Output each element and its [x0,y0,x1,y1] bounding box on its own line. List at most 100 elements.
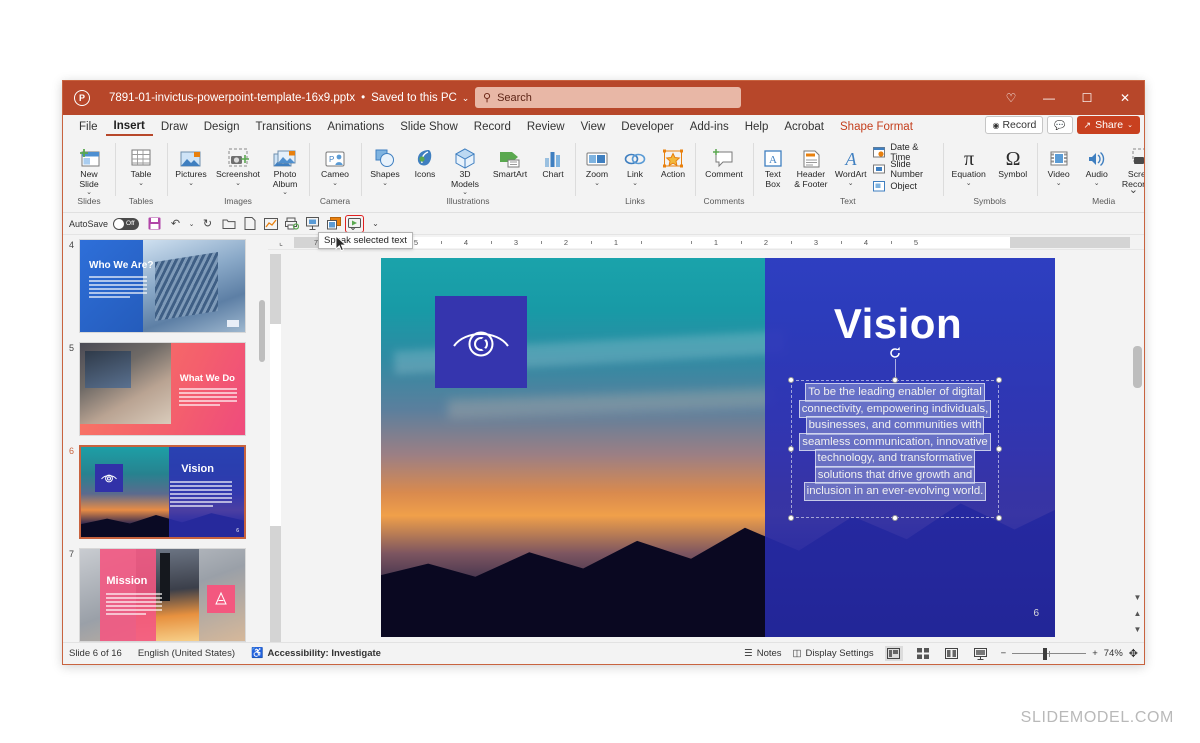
symbol-button[interactable]: Ω Symbol [992,141,1034,180]
zoom-level-label[interactable]: 74% [1104,648,1123,659]
redo-button[interactable]: ↻ [198,215,217,233]
record-button[interactable]: ◉ Record [985,116,1043,134]
tab-add-ins[interactable]: Add-ins [682,119,737,135]
header-footer-button[interactable]: Header& Footer [790,141,833,189]
chevron-down-icon[interactable]: ⌄ [235,181,241,187]
chevron-down-icon[interactable]: ⌄ [332,181,338,187]
resize-handle-s[interactable] [892,515,898,521]
tab-transitions[interactable]: Transitions [248,119,320,135]
tab-insert[interactable]: Insert [106,118,153,136]
chevron-down-icon[interactable]: ⌄ [138,181,144,187]
thumbnail-slide-5[interactable]: What We Do [79,342,246,436]
previous-slide-button[interactable]: ▲ [1131,607,1144,620]
zoom-control[interactable]: − + 74% ✥ [1001,647,1138,660]
next-slide-button[interactable]: ▼ [1131,623,1144,636]
tab-shape-format[interactable]: Shape Format [832,119,921,135]
tab-stop-icon[interactable]: ⌞ [268,235,294,250]
shapes-button[interactable]: Shapes ⌄ [364,141,406,187]
slide-number-button[interactable]: Slide Number [873,161,937,176]
help-icon[interactable]: ♡ [992,81,1030,115]
equation-button[interactable]: π Equation ⌄ [946,141,992,187]
chart-button[interactable]: Chart [534,141,572,180]
thumbnail-row-7[interactable]: 7 Mission [63,548,268,642]
slide-title[interactable]: Vision [783,300,1013,348]
speak-selected-text-button[interactable] [345,215,364,233]
3d-models-button[interactable]: 3DModels ⌄ [444,141,486,197]
tab-file[interactable]: File [71,119,106,135]
new-file-button[interactable] [240,215,259,233]
chevron-down-icon[interactable]: ⌄ [848,181,854,187]
vertical-ruler[interactable] [268,250,283,642]
tab-developer[interactable]: Developer [613,119,681,135]
thumbnail-scrollbar[interactable] [258,235,266,642]
object-button[interactable]: Object [873,178,937,193]
thumbnail-row-4[interactable]: 4 Who We Are? [63,239,268,333]
date-time-button[interactable]: Date & Time [873,144,937,159]
language-indicator[interactable]: English (United States) [138,648,235,659]
slide-sorter-view-button[interactable] [914,646,932,661]
chevron-down-icon[interactable]: ⌄ [188,181,194,187]
zoom-out-button[interactable]: − [1001,648,1007,659]
maximize-button[interactable]: ☐ [1068,81,1106,115]
display-settings-button[interactable]: ◫ Display Settings [793,648,874,659]
action-button[interactable]: Action [654,141,692,180]
new-slide-button[interactable]: NewSlide ⌄ [66,141,112,197]
slide-thumbnail-panel[interactable]: 4 Who We Are? 5 Wha [63,235,268,642]
comment-button[interactable]: Comment [698,141,750,180]
link-button[interactable]: Link ⌄ [616,141,654,187]
zoom-slider-thumb[interactable] [1043,648,1047,660]
scrollbar-thumb[interactable] [259,300,265,362]
undo-dropdown-button[interactable]: ⌄ [187,215,196,233]
slideshow-from-beginning-button[interactable] [303,215,322,233]
search-input[interactable]: ⚲ Search [475,87,741,108]
current-slide[interactable]: Vision [381,258,1055,637]
cameo-button[interactable]: P Cameo ⌄ [312,141,358,187]
normal-view-button[interactable] [885,646,903,661]
resize-handle-e[interactable] [996,446,1002,452]
minimize-button[interactable]: — [1030,81,1068,115]
tab-draw[interactable]: Draw [153,119,196,135]
share-button[interactable]: ↗ Share ⌄ [1077,116,1140,134]
thumbnail-slide-4[interactable]: Who We Are? [79,239,246,333]
slide-counter[interactable]: Slide 6 of 16 [69,648,122,659]
autosave-toggle[interactable]: Off [113,218,139,230]
scrollbar-thumb[interactable] [1133,346,1142,388]
thumbnail-row-6[interactable]: 6 Vision [63,445,268,539]
customize-qat-button[interactable]: ⌄ [366,215,385,233]
resize-handle-ne[interactable] [996,377,1002,383]
wordart-button[interactable]: A WordArt ⌄ [832,141,869,187]
resize-handle-w[interactable] [788,446,794,452]
chevron-down-icon[interactable]: ⌄ [462,93,470,104]
chevron-down-icon[interactable]: ⌄ [594,181,600,187]
slide-canvas[interactable]: Vision [283,250,1144,642]
scroll-down-arrow-icon[interactable]: ▼ [1131,591,1144,604]
resize-handle-sw[interactable] [788,515,794,521]
photo-album-button[interactable]: PhotoAlbum ⌄ [264,141,306,197]
tab-view[interactable]: View [573,119,614,135]
chart-insert-button[interactable] [261,215,280,233]
zoom-slider[interactable] [1012,648,1086,660]
undo-button[interactable]: ↶ [166,215,185,233]
print-preview-button[interactable] [282,215,301,233]
eye-icon[interactable] [435,296,527,388]
reading-view-button[interactable] [943,646,961,661]
thumbnail-slide-6[interactable]: Vision 6 [79,445,246,539]
chevron-down-icon[interactable]: ⌄ [382,181,388,187]
document-title[interactable]: 7891-01-invictus-powerpoint-template-16x… [109,92,355,104]
resize-handle-n[interactable] [892,377,898,383]
tab-help[interactable]: Help [737,119,777,135]
chevron-down-icon[interactable]: ⌄ [632,181,638,187]
rotation-handle[interactable] [888,346,902,360]
save-button[interactable] [145,215,164,233]
resize-handle-nw[interactable] [788,377,794,383]
open-button[interactable] [219,215,238,233]
slide-pane-scrollbar[interactable]: ▼ ▲ ▼ [1131,250,1144,642]
thumbnail-slide-7[interactable]: Mission [79,548,246,642]
tab-slide-show[interactable]: Slide Show [392,119,466,135]
save-state-label[interactable]: Saved to this PC [371,92,457,104]
tab-animations[interactable]: Animations [319,119,392,135]
resize-handle-se[interactable] [996,515,1002,521]
thumbnail-row-5[interactable]: 5 What We Do [63,342,268,436]
zoom-in-button[interactable]: + [1092,648,1098,659]
smartart-button[interactable]: SmartArt [486,141,534,180]
